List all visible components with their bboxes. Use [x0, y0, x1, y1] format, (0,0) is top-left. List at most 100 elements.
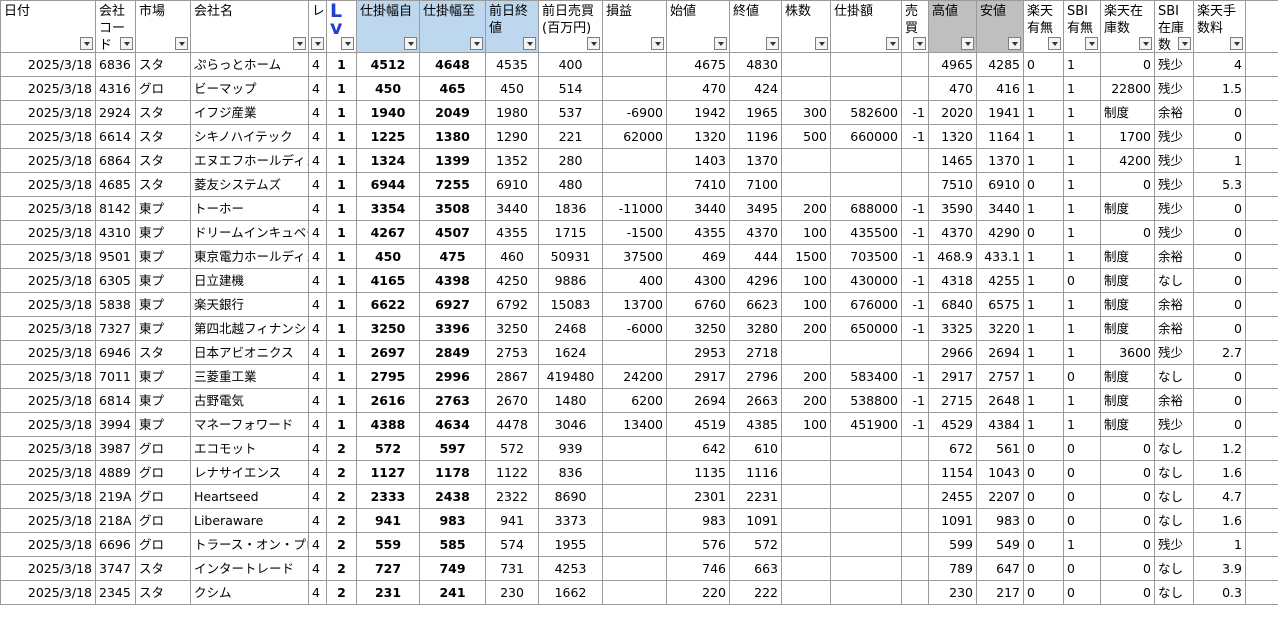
cell-lv[interactable]: 2	[326, 460, 357, 485]
cell-rakuten-stock[interactable]: 0	[1100, 508, 1155, 533]
cell-company-code[interactable]: 7327	[95, 316, 136, 341]
cell-open-price[interactable]: 7410	[666, 172, 730, 197]
cell-market[interactable]: グロ	[135, 484, 191, 509]
cell-range-from[interactable]: 572	[356, 436, 420, 461]
cell-rakuten-fee[interactable]: 3.9	[1193, 556, 1246, 581]
cell-prev-close[interactable]: 2753	[485, 340, 539, 365]
cell-prev-volume[interactable]: 280	[538, 148, 603, 173]
cell-trade-side[interactable]	[901, 580, 929, 605]
cell-lv[interactable]: 2	[326, 484, 357, 509]
cell-company-name[interactable]: クシム	[190, 580, 309, 605]
cell-lv[interactable]: 1	[326, 100, 357, 125]
cell-prev-close[interactable]: 3440	[485, 196, 539, 221]
cell-market[interactable]: スタ	[135, 100, 191, 125]
cell-position-amount[interactable]: 660000	[830, 124, 902, 149]
cell-trade-side[interactable]: -1	[901, 364, 929, 389]
filter-dropdown-button[interactable]	[1139, 37, 1152, 50]
cell-high-price[interactable]: 3325	[928, 316, 977, 341]
cell-lv[interactable]: 1	[326, 124, 357, 149]
cell-prev-close[interactable]: 4478	[485, 412, 539, 437]
cell-close-price[interactable]: 444	[729, 244, 782, 269]
cell-company-name[interactable]: 菱友システムズ	[190, 172, 309, 197]
cell-company-code[interactable]: 4685	[95, 172, 136, 197]
cell-open-price[interactable]: 4300	[666, 268, 730, 293]
cell-prev-volume[interactable]: 1836	[538, 196, 603, 221]
cell-rakuten-stock[interactable]: 0	[1100, 220, 1155, 245]
cell-range-to[interactable]: 475	[419, 244, 486, 269]
cell-company-code[interactable]: 6946	[95, 340, 136, 365]
cell-shares[interactable]: 500	[781, 124, 831, 149]
cell-prev-volume[interactable]: 514	[538, 76, 603, 101]
cell-range-from[interactable]: 6944	[356, 172, 420, 197]
cell-market[interactable]: スタ	[135, 124, 191, 149]
cell-lv[interactable]: 1	[326, 196, 357, 221]
cell-re[interactable]: 4	[308, 412, 327, 437]
cell-sbi-avail[interactable]: 0	[1063, 556, 1101, 581]
cell-sbi-stock[interactable]: なし	[1154, 556, 1194, 581]
cell-shares[interactable]: 100	[781, 292, 831, 317]
cell-shares[interactable]: 100	[781, 220, 831, 245]
cell-company-code[interactable]: 6614	[95, 124, 136, 149]
cell-position-amount[interactable]	[830, 172, 902, 197]
filter-dropdown-button[interactable]	[80, 37, 93, 50]
cell-low-price[interactable]: 2207	[976, 484, 1024, 509]
cell-shares[interactable]	[781, 460, 831, 485]
cell-open-price[interactable]: 469	[666, 244, 730, 269]
cell-rakuten-stock[interactable]: 22800	[1100, 76, 1155, 101]
cell-position-amount[interactable]: 430000	[830, 268, 902, 293]
cell-extra[interactable]: 0	[1245, 124, 1278, 149]
cell-company-name[interactable]: 第四北越フィナンシャル	[190, 316, 309, 341]
cell-range-from[interactable]: 4165	[356, 268, 420, 293]
cell-range-from[interactable]: 2697	[356, 340, 420, 365]
cell-date[interactable]: 2025/3/18	[0, 580, 96, 605]
cell-position-amount[interactable]: 451900	[830, 412, 902, 437]
cell-prev-volume[interactable]: 9886	[538, 268, 603, 293]
cell-prev-close[interactable]: 4250	[485, 268, 539, 293]
cell-range-to[interactable]: 2763	[419, 388, 486, 413]
cell-rakuten-stock[interactable]: 制度	[1100, 268, 1155, 293]
cell-shares[interactable]	[781, 148, 831, 173]
cell-range-to[interactable]: 241	[419, 580, 486, 605]
cell-date[interactable]: 2025/3/18	[0, 436, 96, 461]
cell-close-price[interactable]: 1965	[729, 100, 782, 125]
cell-prev-volume[interactable]: 480	[538, 172, 603, 197]
cell-re[interactable]: 4	[308, 172, 327, 197]
cell-market[interactable]: グロ	[135, 508, 191, 533]
cell-range-from[interactable]: 941	[356, 508, 420, 533]
cell-company-name[interactable]: エヌエフホールディングス	[190, 148, 309, 173]
cell-company-code[interactable]: 219A	[95, 484, 136, 509]
cell-date[interactable]: 2025/3/18	[0, 532, 96, 557]
cell-company-code[interactable]: 4310	[95, 220, 136, 245]
cell-open-price[interactable]: 2917	[666, 364, 730, 389]
cell-prev-close[interactable]: 6792	[485, 292, 539, 317]
cell-sbi-avail[interactable]: 0	[1063, 436, 1101, 461]
cell-trade-side[interactable]	[901, 484, 929, 509]
cell-high-price[interactable]: 1091	[928, 508, 977, 533]
cell-close-price[interactable]: 2796	[729, 364, 782, 389]
cell-prev-close[interactable]: 450	[485, 76, 539, 101]
cell-high-price[interactable]: 789	[928, 556, 977, 581]
cell-re[interactable]: 4	[308, 220, 327, 245]
cell-company-name[interactable]: レナサイエンス	[190, 460, 309, 485]
cell-profit-loss[interactable]: 62000	[602, 124, 667, 149]
cell-prev-volume[interactable]: 537	[538, 100, 603, 125]
cell-trade-side[interactable]: -1	[901, 100, 929, 125]
cell-company-code[interactable]: 3747	[95, 556, 136, 581]
cell-shares[interactable]	[781, 340, 831, 365]
cell-rakuten-fee[interactable]: 0	[1193, 316, 1246, 341]
cell-low-price[interactable]: 4384	[976, 412, 1024, 437]
cell-company-code[interactable]: 6305	[95, 268, 136, 293]
cell-market[interactable]: グロ	[135, 436, 191, 461]
cell-open-price[interactable]: 1135	[666, 460, 730, 485]
cell-rakuten-avail[interactable]: 1	[1023, 244, 1064, 269]
cell-market[interactable]: 東プ	[135, 292, 191, 317]
cell-prev-volume[interactable]: 1662	[538, 580, 603, 605]
cell-open-price[interactable]: 2694	[666, 388, 730, 413]
cell-rakuten-stock[interactable]: 0	[1100, 556, 1155, 581]
cell-low-price[interactable]: 1164	[976, 124, 1024, 149]
cell-date[interactable]: 2025/3/18	[0, 556, 96, 581]
cell-trade-side[interactable]: -1	[901, 220, 929, 245]
cell-range-to[interactable]: 3396	[419, 316, 486, 341]
cell-sbi-stock[interactable]: 残少	[1154, 532, 1194, 557]
cell-trade-side[interactable]	[901, 436, 929, 461]
